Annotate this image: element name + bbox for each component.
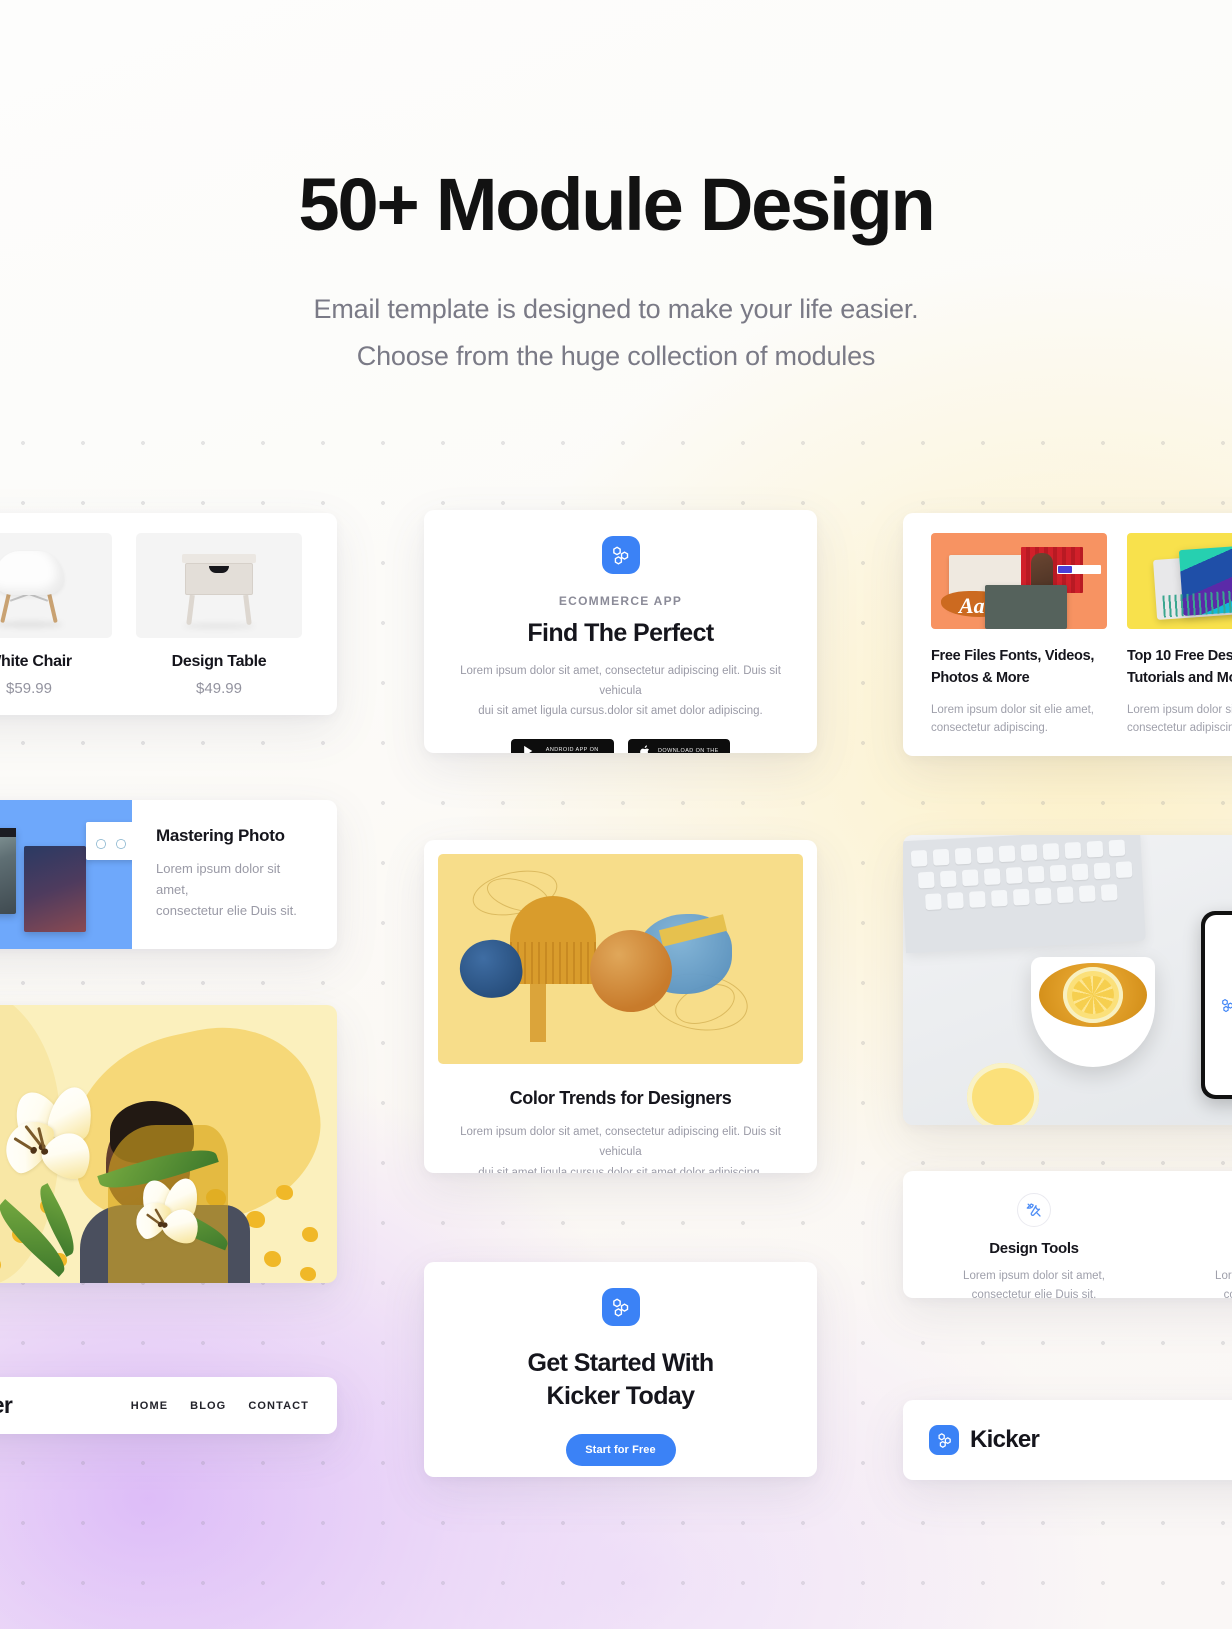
nav-link-blog[interactable]: BLOG — [190, 1400, 226, 1412]
module-card-design-tools[interactable]: Design Tools Lorem ipsum dolor sit amet,… — [903, 1171, 1232, 1298]
blog-text: Lorem ipsum dolor sit elie amet, consect… — [931, 701, 1107, 739]
chair-image — [0, 533, 112, 638]
blog-title: Free Files Fonts, Videos, Photos & More — [931, 646, 1107, 690]
kicker-hexagon-logo-icon — [601, 1288, 640, 1326]
blog-text: Lorem ipsum dolor sit elie amet, consect… — [1127, 701, 1232, 739]
trends-card-title: Color Trends for Designers — [509, 1088, 732, 1108]
product-price: $49.99 — [196, 680, 242, 697]
cta-title-line2: Kicker Today — [546, 1381, 696, 1410]
module-card-navigation[interactable]: Kicker HOME BLOG CONTACT — [0, 1377, 337, 1434]
app-store-sub: Download on the — [658, 747, 719, 753]
page-subtitle-line1: Email template is designed to make your … — [313, 294, 919, 325]
tool-item[interactable]: Design Assets Lorem ipsum dolor sit amet… — [1175, 1193, 1232, 1298]
blog-item[interactable]: Top 10 Free Design Tutorials and More Lo… — [1127, 533, 1232, 738]
abstract-shapes-illustration — [438, 854, 803, 1064]
google-play-sub: Android app on — [545, 747, 599, 753]
blog-title-line2: Photos & More — [931, 669, 1030, 686]
trends-card-text: Lorem ipsum dolor sit amet, consectetur … — [438, 1122, 803, 1173]
cta-title: Get Started With Kicker Today — [458, 1347, 783, 1412]
module-card-flower-hero[interactable] — [0, 1005, 337, 1283]
blog-text-line1: Lorem ipsum dolor sit elie amet, — [931, 703, 1094, 716]
module-card-color-trends[interactable]: Color Trends for Designers Lorem ipsum d… — [424, 840, 817, 1173]
wrench-tools-icon — [1017, 1193, 1051, 1227]
desk-tea-photo: Kicker — [903, 835, 1232, 1125]
apple-icon — [639, 744, 652, 753]
photo-collage-image — [0, 800, 132, 949]
keyboard-image — [903, 835, 1146, 954]
app-store-button[interactable]: Download on the App Store — [628, 739, 730, 753]
laptop-tutorials-image — [1127, 533, 1232, 629]
module-card-mastering-photo[interactable]: Mastering Photo Lorem ipsum dolor sit am… — [0, 800, 337, 949]
product-item[interactable]: White Chair $59.99 — [0, 533, 112, 697]
tool-text: Lorem ipsum dolor sit amet, consectetur … — [1175, 1267, 1232, 1298]
nav-links: HOME BLOG CONTACT — [131, 1400, 309, 1412]
module-card-tea-photo[interactable]: Kicker — [903, 835, 1232, 1125]
app-card-title: Find The Perfect — [527, 619, 714, 647]
footer-logo-text: Kicker — [970, 1426, 1040, 1453]
flower-portrait-image — [0, 1005, 337, 1283]
blog-text-line2: consectetur adipiscing. — [1127, 722, 1232, 735]
page-title: 50+ Module Design — [298, 163, 936, 246]
app-text-line1: Lorem ipsum dolor sit amet, consectetur … — [460, 665, 781, 698]
phone-image: Kicker — [1201, 911, 1232, 1099]
start-for-free-button[interactable]: Start for Free — [565, 1434, 676, 1466]
lemon-slice-image — [967, 1063, 1039, 1125]
blog-item[interactable]: Aa Free Files Fonts, Videos, Photos & Mo… — [931, 533, 1107, 738]
module-card-ecommerce-app[interactable]: ECOMMERCE APP Find The Perfect Lorem ips… — [424, 510, 817, 753]
tool-title: Design Tools — [989, 1240, 1079, 1257]
page-subtitle: Email template is designed to make your … — [0, 286, 1232, 379]
tool-text-line1: Lorem ipsum dolor sit amet, — [963, 1270, 1105, 1282]
product-price: $59.99 — [6, 680, 52, 697]
nav-logo[interactable]: Kicker — [0, 1392, 13, 1419]
kicker-hexagon-logo-icon — [601, 536, 640, 574]
blog-text-line1: Lorem ipsum dolor sit elie amet, — [1127, 703, 1232, 716]
photo-card-title: Mastering Photo — [156, 826, 285, 845]
app-text-line2: dui sit amet ligula cursus.dolor sit ame… — [478, 705, 763, 718]
app-store-badges: Android app on Google play Download on t… — [458, 739, 783, 753]
google-play-icon — [522, 744, 535, 753]
tools-list: Design Tools Lorem ipsum dolor sit amet,… — [923, 1193, 1232, 1298]
blog-title-line1: Top 10 Free Design — [1127, 648, 1232, 664]
nav-link-contact[interactable]: CONTACT — [248, 1400, 309, 1412]
tool-text-line2: consectetur elie Duis sit. — [971, 1288, 1097, 1298]
blog-list: Aa Free Files Fonts, Videos, Photos & Mo… — [931, 533, 1232, 738]
tool-text-line2: consectetur elie Duis sit. — [1223, 1288, 1232, 1298]
module-card-products[interactable]: White Chair $59.99 Design Table $49.99 — [0, 513, 337, 715]
product-list: White Chair $59.99 Design Table $49.99 — [0, 533, 311, 697]
app-card-text: Lorem ipsum dolor sit amet, consectetur … — [458, 661, 783, 721]
tool-text-line1: Lorem ipsum dolor sit amet, — [1215, 1270, 1232, 1282]
tool-title: Design Assets — [1175, 1240, 1232, 1257]
table-image — [136, 533, 302, 638]
cta-title-line1: Get Started With — [527, 1349, 714, 1377]
blog-title: Top 10 Free Design Tutorials and More — [1127, 646, 1232, 690]
nav-link-home[interactable]: HOME — [131, 1400, 168, 1412]
blog-title-line2: Tutorials and More — [1127, 669, 1232, 686]
app-card-eyebrow: ECOMMERCE APP — [558, 594, 683, 608]
photo-card-text: Lorem ipsum dolor sit amet, consectetur … — [156, 858, 315, 921]
page-header: 50+ Module Design Email template is desi… — [0, 163, 1232, 379]
fonts-collage-image: Aa — [931, 533, 1107, 629]
google-play-button[interactable]: Android app on Google play — [511, 739, 615, 753]
tool-text: Lorem ipsum dolor sit amet, consectetur … — [923, 1267, 1145, 1298]
tool-item[interactable]: Design Tools Lorem ipsum dolor sit amet,… — [923, 1193, 1145, 1298]
blog-title-line1: Free Files Fonts, Videos, — [931, 648, 1095, 664]
page-subtitle-line2: Choose from the huge collection of modul… — [356, 340, 876, 371]
trends-text-line1: Lorem ipsum dolor sit amet, consectetur … — [460, 1126, 781, 1159]
product-item[interactable]: Design Table $49.99 — [136, 533, 302, 697]
product-name: Design Table — [171, 653, 267, 670]
photo-text-line2: consectetur elie Duis sit. — [156, 903, 297, 919]
photo-card-body: Mastering Photo Lorem ipsum dolor sit am… — [132, 800, 337, 949]
kicker-hexagon-logo-icon — [929, 1425, 959, 1455]
module-card-blog-posts[interactable]: Aa Free Files Fonts, Videos, Photos & Mo… — [903, 513, 1232, 756]
trends-text-line2: dui sit amet ligula cursus.dolor sit ame… — [478, 1166, 763, 1173]
blog-text-line2: consectetur adipiscing. — [931, 722, 1048, 735]
module-card-footer-logo[interactable]: Kicker — [903, 1400, 1232, 1480]
module-card-cta[interactable]: Get Started With Kicker Today Start for … — [424, 1262, 817, 1477]
photo-text-line1: Lorem ipsum dolor sit amet, — [156, 861, 281, 898]
product-name: White Chair — [0, 653, 72, 670]
